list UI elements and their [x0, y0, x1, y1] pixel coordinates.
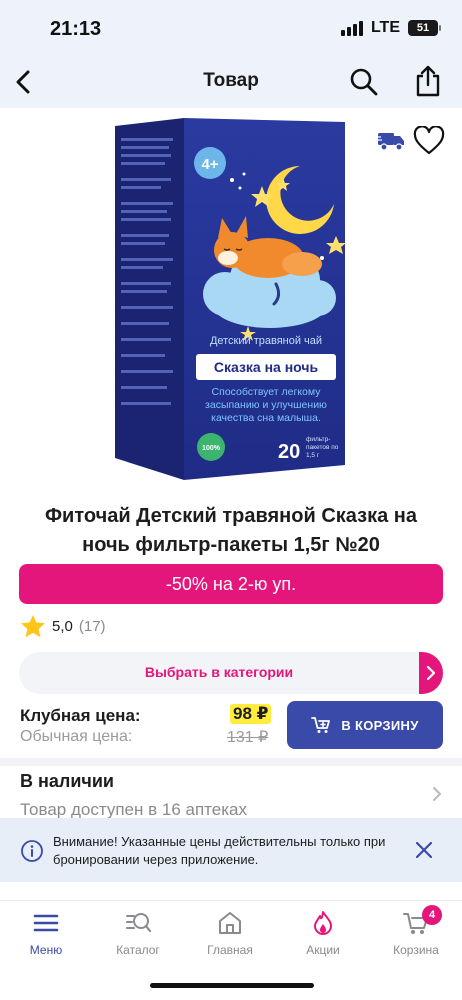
- tab-label: Главная: [207, 943, 253, 957]
- signal-icon: [340, 20, 363, 36]
- top-nav: Товар: [0, 56, 462, 108]
- cart-plus-icon: [311, 717, 331, 733]
- product-title: Фиточай Детский травяной Сказка на ночь …: [44, 505, 417, 556]
- tab-label: Акции: [306, 943, 340, 957]
- tab-catalog[interactable]: Каталог: [98, 909, 178, 957]
- availability-title[interactable]: В наличии: [20, 771, 114, 792]
- star-icon: [21, 615, 45, 638]
- age-badge: 4+: [201, 156, 218, 173]
- notice-banner: Внимание! Указанные цены действительны т…: [0, 818, 462, 882]
- package-count-note: фильтр-пакетов по 1,5 г: [306, 436, 339, 459]
- regular-price-label: Обычная цена:: [20, 728, 133, 745]
- tab-promotions[interactable]: Акции: [283, 909, 363, 957]
- page-title: Товар: [203, 70, 259, 91]
- tab-cart[interactable]: 4 Корзина: [376, 905, 456, 957]
- battery-icon: 51: [408, 20, 441, 36]
- regular-price-value: 131 ₽: [227, 729, 269, 746]
- home-icon: [219, 912, 241, 934]
- choose-category-button[interactable]: Выбрать в категории: [19, 652, 443, 694]
- choose-category-label: Выбрать в категории: [144, 664, 294, 680]
- status-bar: 21:13 LTE 51: [0, 0, 462, 56]
- status-indicators: LTE 51: [340, 19, 441, 37]
- menu-icon: [33, 914, 59, 932]
- product-image[interactable]: 4+ Детский травяной чай Сказка на ночь С…: [0, 108, 462, 486]
- rating[interactable]: 5,0 (17): [20, 614, 106, 638]
- product-image-area: 4+ Детский травяной чай Сказка на ночь С…: [0, 108, 462, 486]
- status-time: 21:13: [50, 18, 102, 40]
- cart-badge: 4: [422, 905, 442, 925]
- close-icon[interactable]: [414, 840, 434, 860]
- rating-value: 5,0: [52, 617, 73, 635]
- club-price-label: Клубная цена:: [20, 706, 141, 725]
- notice-text: Внимание! Указанные цены действительны т…: [53, 834, 386, 867]
- tab-label: Корзина: [393, 943, 439, 957]
- flame-icon: [314, 911, 332, 935]
- heart-icon[interactable]: [413, 126, 445, 156]
- tab-label: Меню: [29, 943, 63, 957]
- add-to-cart-button[interactable]: В КОРЗИНУ: [287, 701, 443, 749]
- promo-banner[interactable]: -50% на 2-ю уп.: [19, 564, 443, 604]
- package-name: Сказка на ночь: [214, 359, 319, 375]
- package-count: 20: [278, 441, 300, 463]
- add-to-cart-label: В КОРЗИНУ: [341, 717, 419, 733]
- info-icon: [21, 840, 43, 862]
- package-tagline: Детский травяной чай: [210, 335, 322, 347]
- share-icon[interactable]: [412, 64, 444, 98]
- section-divider: [0, 758, 462, 766]
- chevron-right-icon[interactable]: [430, 785, 444, 803]
- chevron-right-icon: [419, 652, 443, 694]
- eco-badge: 100%: [202, 445, 221, 452]
- tab-label: Каталог: [116, 943, 160, 957]
- network-label: LTE: [370, 19, 400, 36]
- tab-home[interactable]: Главная: [190, 909, 270, 957]
- home-indicator: [150, 983, 314, 988]
- delivery-truck-icon: [376, 133, 404, 151]
- catalog-search-icon: [126, 913, 152, 933]
- package-benefit: Способствует легкому засыпанию и улучшен…: [205, 386, 327, 424]
- availability-subtitle[interactable]: Товар доступен в 16 аптеках: [20, 800, 247, 820]
- tab-menu[interactable]: Меню: [6, 909, 86, 957]
- club-price-value: 98 ₽: [230, 704, 272, 724]
- rating-count: (17): [78, 617, 106, 635]
- search-icon[interactable]: [348, 66, 380, 98]
